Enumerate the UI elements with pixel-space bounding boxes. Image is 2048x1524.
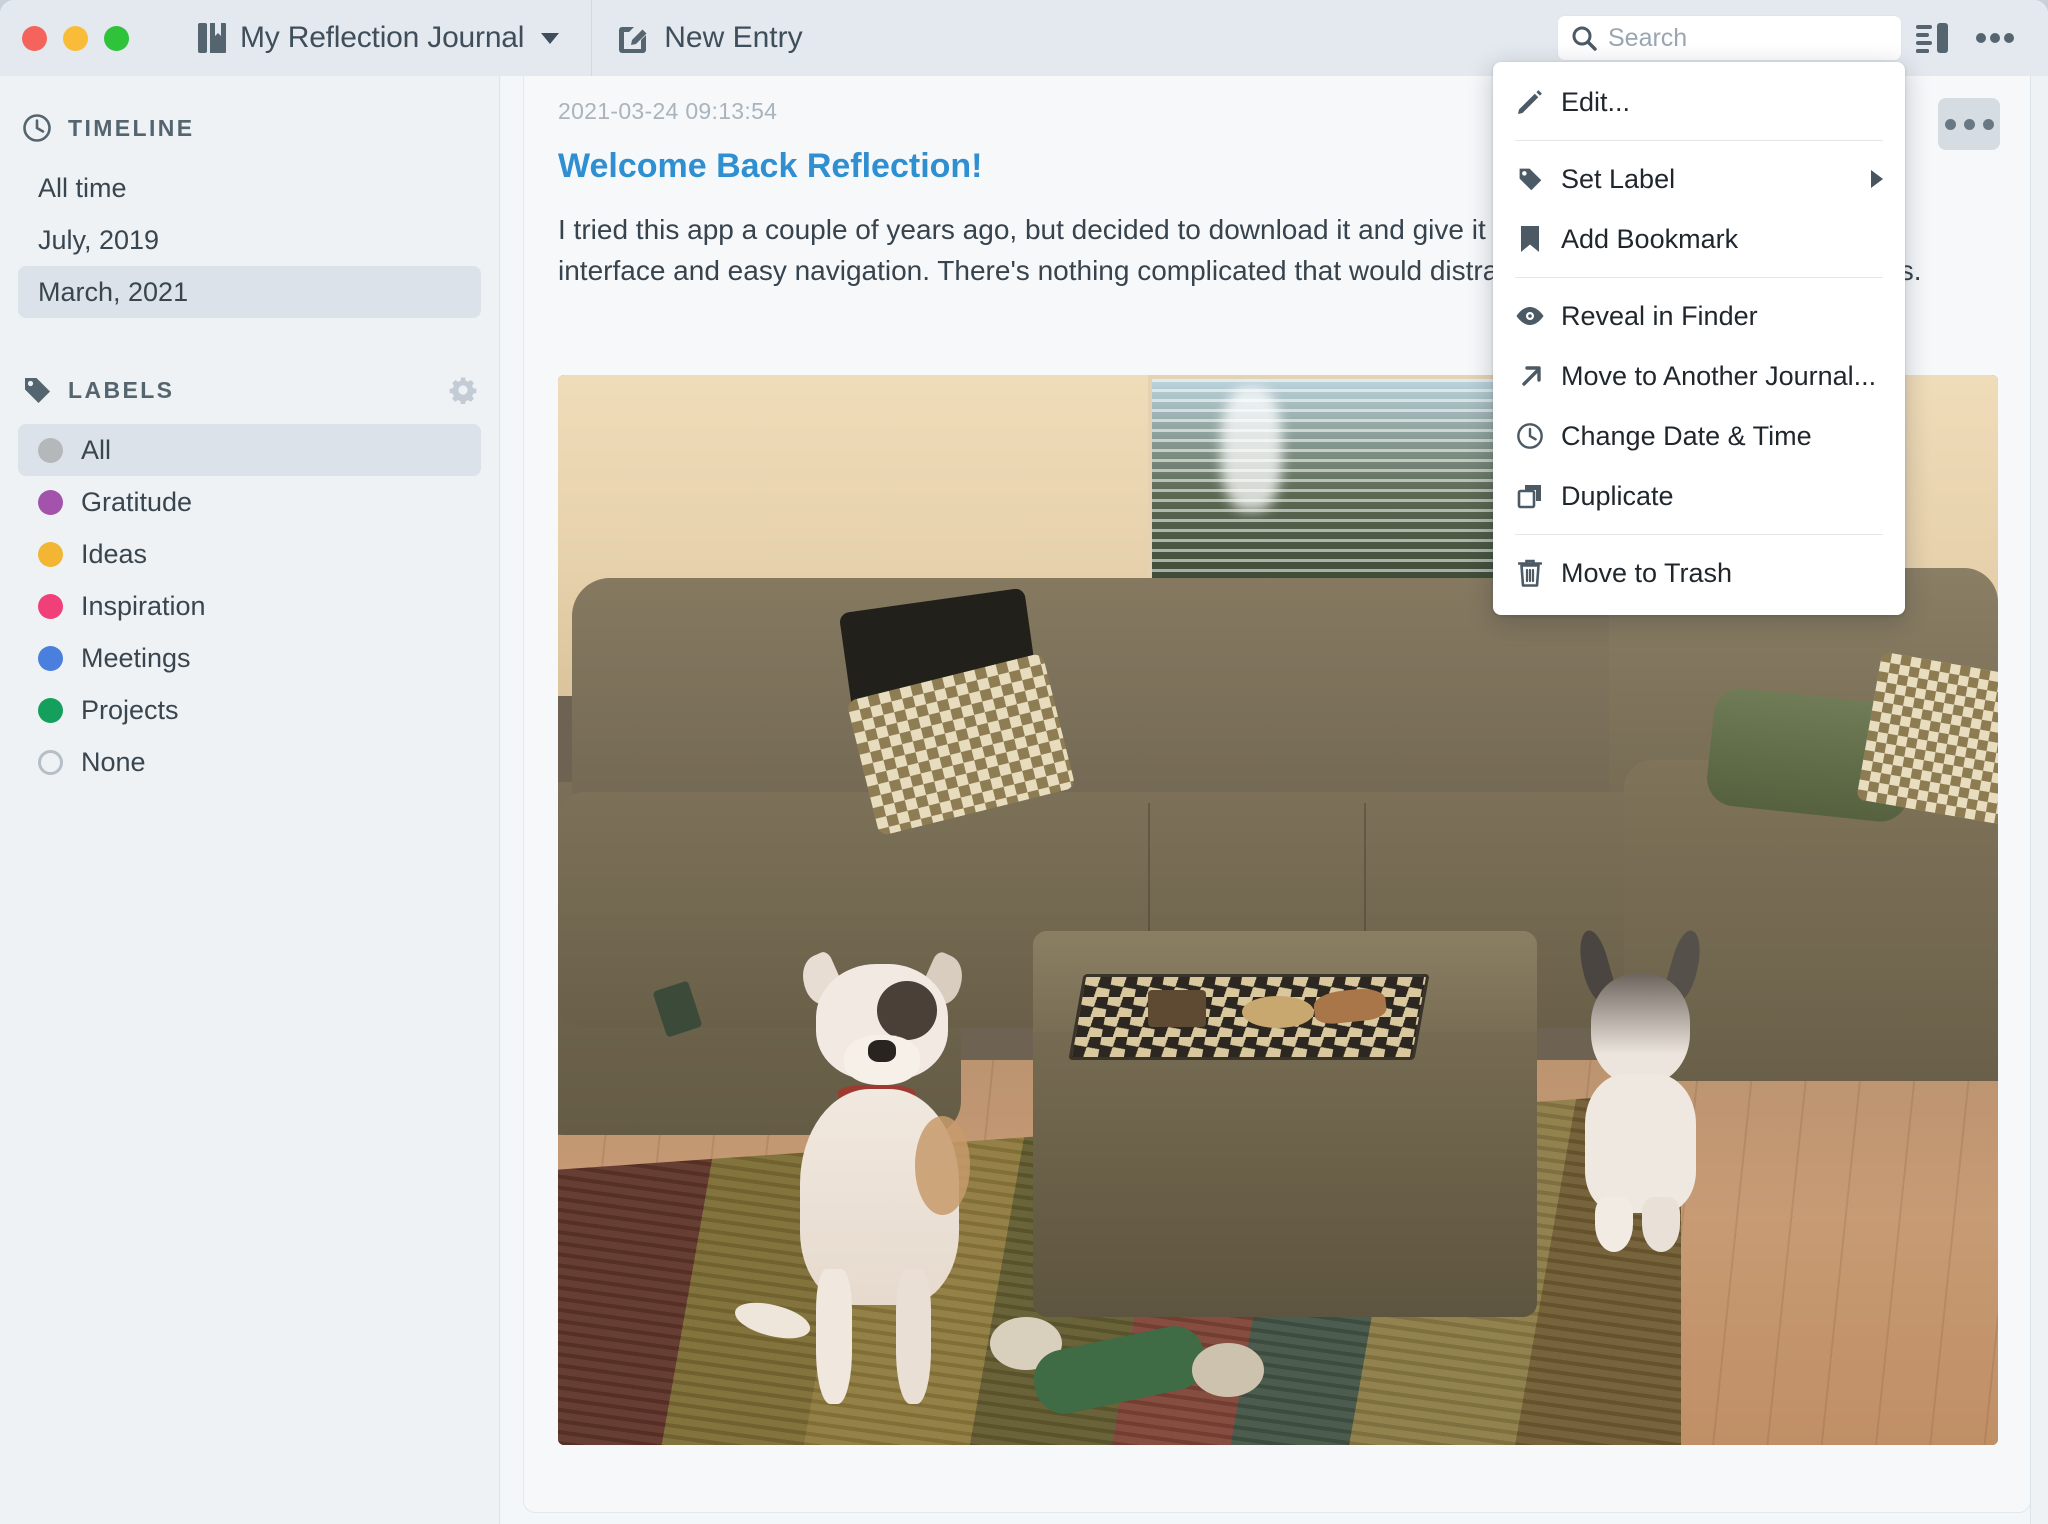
timeline-section-header: TIMELINE xyxy=(0,104,499,152)
gear-icon[interactable] xyxy=(449,376,477,404)
bookmark-icon xyxy=(1515,225,1545,253)
eye-icon xyxy=(1515,306,1545,326)
ellipsis-dot xyxy=(1944,118,1956,130)
label-item-label: All xyxy=(81,434,112,465)
clock-icon xyxy=(22,113,52,143)
timeline-item-label: All time xyxy=(38,172,127,203)
window-controls xyxy=(22,25,129,51)
journal-title: My Reflection Journal xyxy=(240,21,525,54)
entry-more-button[interactable] xyxy=(1938,98,2000,150)
journal-selector[interactable]: My Reflection Journal xyxy=(187,15,569,61)
context-menu-separator xyxy=(1515,277,1883,278)
book-icon xyxy=(197,21,227,55)
labels-heading: LABELS xyxy=(68,376,175,403)
label-color-dot xyxy=(38,645,63,671)
label-color-dot xyxy=(38,697,63,723)
context-menu-item-reveal-in-finder[interactable]: Reveal in Finder xyxy=(1493,286,1905,346)
compose-icon xyxy=(616,21,650,55)
entry-context-menu: Edit... Set Label Add Bookmark Reveal in… xyxy=(1493,62,1905,615)
dog-lying xyxy=(1566,927,1724,1253)
ellipsis-dot xyxy=(1963,118,1975,130)
tag-icon xyxy=(1515,166,1545,192)
label-item-label: None xyxy=(81,746,146,777)
label-item-meetings[interactable]: Meetings xyxy=(18,632,481,684)
context-menu-item-label: Reveal in Finder xyxy=(1561,300,1758,331)
label-item-inspiration[interactable]: Inspiration xyxy=(18,580,481,632)
toolbar-divider xyxy=(591,0,593,76)
timeline-heading: TIMELINE xyxy=(68,114,195,141)
context-menu-item-change-date-time[interactable]: Change Date & Time xyxy=(1493,406,1905,466)
label-item-projects[interactable]: Projects xyxy=(18,684,481,736)
label-color-dot xyxy=(38,541,63,567)
new-entry-label: New Entry xyxy=(664,21,803,54)
trash-icon xyxy=(1515,559,1545,587)
context-menu-item-move-to-another-journal[interactable]: Move to Another Journal... xyxy=(1493,346,1905,406)
ellipsis-dot xyxy=(1982,118,1994,130)
app-window: My Reflection Journal New Entry Search T… xyxy=(0,0,2048,1524)
context-menu-item-set-label[interactable]: Set Label xyxy=(1493,149,1905,209)
context-menu-item-label: Move to Trash xyxy=(1561,557,1733,588)
search-icon xyxy=(1571,25,1597,51)
context-menu-item-label: Set Label xyxy=(1561,163,1676,194)
label-item-label: Projects xyxy=(81,694,179,725)
search-field[interactable]: Search xyxy=(1557,15,1902,61)
label-item-all[interactable]: All xyxy=(18,424,481,476)
layout-panel-icon[interactable] xyxy=(1902,13,1964,63)
search-placeholder: Search xyxy=(1608,23,1688,52)
context-menu-item-label: Change Date & Time xyxy=(1561,420,1812,451)
context-menu-item-label: Add Bookmark xyxy=(1561,223,1739,254)
context-menu-separator xyxy=(1515,534,1883,535)
tag-icon xyxy=(22,375,52,405)
label-item-label: Inspiration xyxy=(81,590,206,621)
label-item-ideas[interactable]: Ideas xyxy=(18,528,481,580)
close-button[interactable] xyxy=(22,25,47,51)
label-item-label: Ideas xyxy=(81,538,148,569)
label-item-none[interactable]: None xyxy=(18,736,481,788)
minimize-button[interactable] xyxy=(63,25,88,51)
context-menu-item-edit[interactable]: Edit... xyxy=(1493,72,1905,132)
context-menu-item-label: Edit... xyxy=(1561,86,1631,117)
timeline-item-march-2021[interactable]: March, 2021 xyxy=(18,266,481,318)
right-rail xyxy=(2030,76,2048,1524)
label-color-dot xyxy=(38,749,63,775)
label-item-label: Gratitude xyxy=(81,486,193,517)
label-item-gratitude[interactable]: Gratitude xyxy=(18,476,481,528)
zoom-button[interactable] xyxy=(104,25,129,51)
new-entry-button[interactable]: New Entry xyxy=(616,21,803,55)
timeline-item-july-2019[interactable]: July, 2019 xyxy=(18,214,481,266)
clock-icon xyxy=(1515,422,1545,450)
context-menu-item-move-to-trash[interactable]: Move to Trash xyxy=(1493,543,1905,603)
context-menu-item-label: Move to Another Journal... xyxy=(1561,360,1877,391)
label-color-dot xyxy=(38,489,63,515)
pencil-icon xyxy=(1515,89,1545,115)
arrow-up-right-icon xyxy=(1515,363,1545,389)
sidebar: TIMELINE All time July, 2019 March, 2021… xyxy=(0,76,500,1524)
chevron-down-icon[interactable] xyxy=(541,32,560,44)
context-menu-item-add-bookmark[interactable]: Add Bookmark xyxy=(1493,209,1905,269)
chevron-right-icon xyxy=(1871,170,1883,188)
timeline-item-all-time[interactable]: All time xyxy=(18,162,481,214)
context-menu-separator xyxy=(1515,140,1883,141)
label-item-label: Meetings xyxy=(81,642,191,673)
label-color-dot xyxy=(38,437,63,463)
timeline-item-label: July, 2019 xyxy=(38,224,160,255)
timeline-item-label: March, 2021 xyxy=(38,276,189,307)
dog-sitting xyxy=(731,949,1019,1413)
toolbar-more-button[interactable] xyxy=(1964,13,2026,63)
duplicate-icon xyxy=(1515,483,1545,509)
labels-section-header: LABELS xyxy=(0,366,499,414)
context-menu-item-duplicate[interactable]: Duplicate xyxy=(1493,466,1905,526)
label-color-dot xyxy=(38,593,63,619)
context-menu-item-label: Duplicate xyxy=(1561,480,1674,511)
